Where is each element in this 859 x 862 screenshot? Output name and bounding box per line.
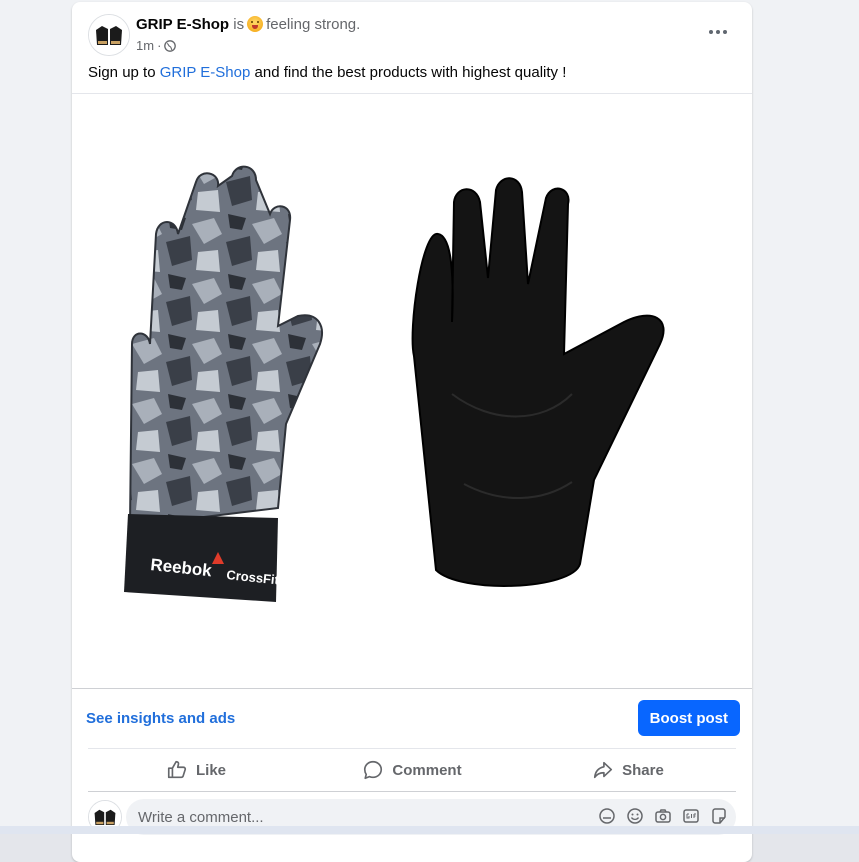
boost-post-button[interactable]: Boost post	[637, 700, 740, 736]
post-meta: 1m ·	[136, 38, 177, 53]
sticker-icon[interactable]	[710, 807, 728, 825]
activity-prefix: is	[233, 16, 245, 33]
emoji-icon[interactable]	[626, 807, 644, 825]
thumbs-up-icon	[167, 760, 187, 779]
post-time[interactable]: 1m	[136, 38, 154, 53]
post-text-before: Sign up to	[88, 64, 156, 81]
more-dot-icon	[716, 30, 720, 34]
post-actions: Like Comment Share	[88, 748, 736, 792]
feeling-text: feeling strong.	[266, 16, 361, 33]
post-text: Sign up to GRIP E-Shop and find the best…	[88, 64, 566, 81]
author-line: GRIP E-Shop is feeling strong.	[136, 16, 360, 33]
comment-tools	[598, 807, 728, 825]
post-text-after: and find the best products with highest …	[254, 64, 567, 81]
page-mention-link[interactable]: GRIP E-Shop	[160, 64, 251, 81]
like-button[interactable]: Like	[88, 759, 304, 781]
globe-icon[interactable]	[164, 39, 177, 52]
author-name[interactable]: GRIP E-Shop	[136, 16, 229, 33]
comment-button[interactable]: Comment	[304, 759, 520, 781]
more-dot-icon	[723, 30, 727, 34]
share-arrow-icon	[594, 761, 613, 779]
share-button[interactable]: Share	[520, 759, 736, 781]
comment-bubble-icon	[364, 760, 383, 780]
insights-bar: See insights and ads Boost post	[72, 688, 752, 748]
camera-icon[interactable]	[654, 807, 672, 825]
avatar-sticker-icon[interactable]	[598, 807, 616, 825]
post-card: GRIP E-Shop is feeling strong. 1m · Sign …	[72, 2, 752, 862]
bottom-strip	[0, 826, 859, 834]
share-label: Share	[622, 761, 664, 779]
comment-label: Comment	[392, 761, 462, 779]
gif-icon[interactable]	[682, 807, 700, 825]
more-dot-icon	[709, 30, 713, 34]
post-image[interactable]: Reebok CrossFit	[72, 93, 752, 689]
more-options-button[interactable]	[700, 20, 736, 44]
gloves-logo-icon	[89, 15, 129, 55]
page-avatar[interactable]	[88, 14, 130, 56]
meta-separator: ·	[157, 38, 162, 53]
strong-emoji-icon	[247, 16, 264, 32]
post-header: GRIP E-Shop is feeling strong. 1m ·	[88, 14, 736, 58]
like-label: Like	[195, 761, 226, 779]
see-insights-link[interactable]: See insights and ads	[86, 710, 235, 727]
gloves-photo: Reebok CrossFit	[72, 94, 752, 688]
